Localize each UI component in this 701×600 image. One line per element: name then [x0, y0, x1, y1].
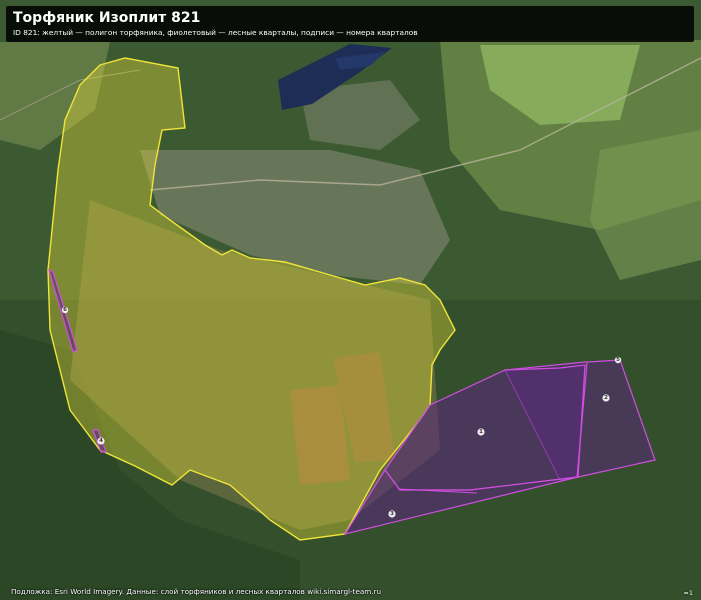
quarter-label-3-text: 3 — [390, 511, 394, 517]
scale-note: ≈1 — [683, 589, 693, 597]
map-title: Торфяник Изоплит 821 — [13, 10, 201, 26]
quarter-label-1: 1 — [477, 428, 485, 436]
map-legend-subtitle: ID 821: желтый — полигон торфяника, фиол… — [13, 28, 418, 37]
quarter-label-4-text: 4 — [99, 438, 103, 444]
quarter-label-2-text: 2 — [604, 395, 608, 401]
quarter-label-5-text: 5 — [616, 357, 620, 363]
quarter-label-6-text: 6 — [63, 307, 67, 313]
quarter-label-6: 6 — [61, 306, 69, 314]
quarter-label-5: 5 — [614, 356, 622, 364]
quarter-label-2: 2 — [602, 394, 610, 402]
map-title-bar: Торфяник Изоплит 821 ID 821: желтый — по… — [6, 6, 694, 42]
map-attribution: Подложка: Esri World Imagery. Данные: сл… — [11, 587, 382, 596]
satellite-map[interactable]: 1 2 3 4 5 6 — [0, 0, 701, 600]
quarter-label-1-text: 1 — [479, 429, 483, 435]
quarter-label-4: 4 — [97, 437, 105, 445]
quarter-label-3: 3 — [388, 510, 396, 518]
